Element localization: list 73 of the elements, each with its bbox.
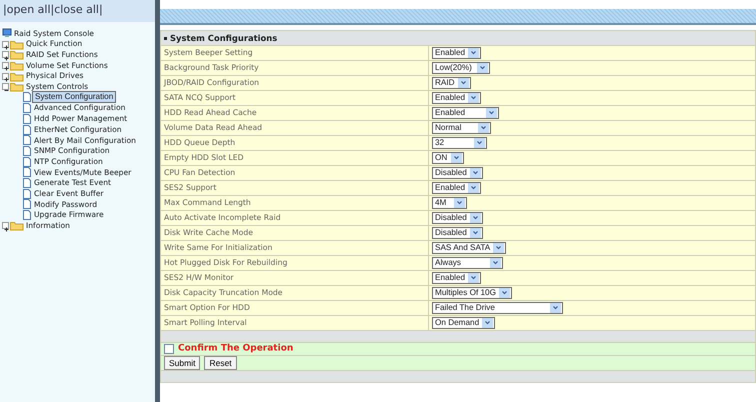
tree-item[interactable]: System Configuration	[32, 91, 116, 104]
expander-icon[interactable]	[2, 40, 9, 48]
page-icon	[22, 124, 32, 135]
expander-icon[interactable]	[2, 222, 9, 230]
page-icon	[22, 167, 32, 178]
dropdown[interactable]: Normal	[432, 122, 491, 134]
dropdown[interactable]: Enabled	[432, 272, 482, 284]
caret-icon	[468, 183, 480, 193]
caret-icon	[486, 108, 497, 118]
caret-icon	[550, 303, 561, 313]
folder-icon	[10, 38, 24, 50]
page-icon	[22, 135, 32, 146]
expander-icon[interactable]	[2, 62, 9, 69]
page-icon	[22, 103, 32, 114]
page-icon	[22, 199, 32, 210]
caret-icon	[470, 213, 481, 223]
folder-icon	[10, 60, 24, 71]
expander-icon[interactable]	[2, 51, 9, 58]
dropdown[interactable]: Enabled	[432, 107, 499, 119]
caret-icon	[493, 243, 504, 253]
caret-icon	[458, 78, 469, 88]
caret-icon	[490, 258, 501, 268]
dropdown[interactable]: Failed The Drive	[432, 302, 563, 314]
caret-icon	[477, 63, 488, 73]
page-icon	[22, 188, 32, 199]
folder-icon	[10, 49, 24, 60]
form-button[interactable]: Submit	[164, 356, 200, 370]
page-icon	[22, 210, 32, 220]
dropdown[interactable]: Low(20%)	[432, 62, 490, 74]
form-button[interactable]: Reset	[204, 356, 237, 370]
page-icon	[22, 178, 32, 188]
tree-link[interactable]: close all	[54, 3, 99, 16]
dropdown[interactable]: Enabled	[432, 92, 482, 104]
expander-icon[interactable]	[2, 83, 9, 90]
caret-icon	[468, 273, 480, 283]
caret-icon	[498, 288, 510, 298]
dropdown[interactable]: On Demand	[432, 317, 496, 329]
caret-icon	[454, 198, 465, 208]
dropdown[interactable]: Disabled	[432, 227, 483, 239]
confirm-label: Confirm The Operation	[178, 344, 294, 354]
caret-icon	[482, 318, 494, 328]
folder-icon	[10, 81, 24, 92]
caret-icon	[470, 228, 481, 238]
caret-icon	[474, 138, 485, 148]
separator: |	[50, 3, 54, 16]
checkbox[interactable]	[164, 344, 174, 354]
dropdown[interactable]: Always	[432, 257, 503, 269]
caret-icon	[468, 93, 480, 103]
page-icon	[22, 156, 32, 167]
dropdown[interactable]: Disabled	[432, 167, 483, 179]
dropdown[interactable]: Enabled	[432, 47, 482, 59]
separator: |	[3, 3, 7, 16]
bullet-icon	[164, 37, 167, 40]
dropdown[interactable]: SAS And SATA	[432, 242, 506, 254]
dropdown[interactable]: 4M	[432, 197, 467, 209]
caret-icon	[478, 123, 489, 133]
separator: |	[98, 3, 103, 16]
page-icon	[22, 146, 32, 156]
dropdown[interactable]: ON	[432, 152, 464, 164]
dropdown[interactable]: Disabled	[432, 212, 483, 224]
caret-icon	[451, 153, 462, 163]
section-title: System Configurations	[170, 32, 278, 43]
tree-link[interactable]: open all	[6, 3, 51, 16]
caret-icon	[470, 168, 481, 178]
folder-icon	[10, 220, 24, 232]
console-icon	[2, 28, 12, 38]
page-icon	[22, 114, 32, 124]
dropdown[interactable]: 32	[432, 137, 487, 149]
dropdown[interactable]: RAID	[432, 77, 471, 89]
dropdown[interactable]: Enabled	[432, 182, 482, 194]
dropdown[interactable]: Multiples Of 10G	[432, 287, 512, 299]
folder-icon	[10, 70, 24, 82]
caret-icon	[468, 48, 480, 58]
